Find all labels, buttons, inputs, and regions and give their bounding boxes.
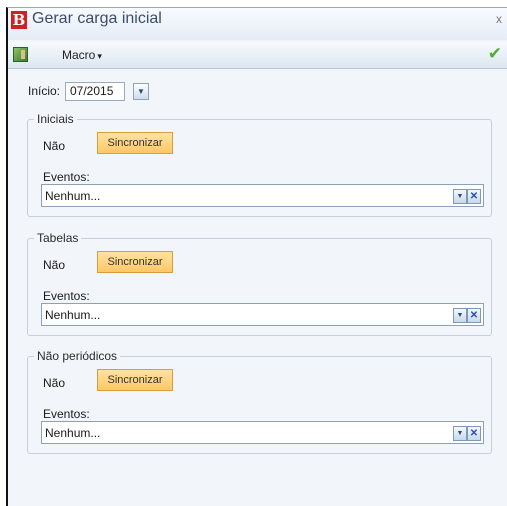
- eventos-clear-button[interactable]: ✕: [467, 426, 481, 441]
- dialog-window: B Gerar carga inicial x Macro ▾ ✔ Início:…: [6, 7, 507, 506]
- sincronizar-button[interactable]: Sincronizar: [97, 251, 173, 273]
- sync-status: Não: [43, 139, 66, 153]
- group-nao-periodicos: Não periódicos Não Sincronizar Eventos: …: [27, 349, 492, 454]
- close-button[interactable]: x: [496, 12, 502, 26]
- inicio-dropdown-button[interactable]: ▼: [133, 83, 149, 100]
- eventos-dropdown-button[interactable]: ▼: [453, 308, 467, 323]
- group-legend: Não periódicos: [34, 349, 121, 363]
- macro-menu-button[interactable]: Macro ▾: [62, 48, 102, 62]
- inicio-label: Início:: [28, 84, 61, 98]
- eventos-label: Eventos:: [43, 170, 90, 184]
- eventos-value: Nenhum...: [45, 426, 101, 440]
- door-exit-icon[interactable]: [13, 47, 28, 62]
- eventos-label: Eventos:: [43, 407, 90, 421]
- eventos-field[interactable]: Nenhum... ▼ ✕: [41, 303, 484, 326]
- macro-label: Macro: [62, 48, 96, 62]
- sync-status: Não: [43, 376, 66, 390]
- app-logo-icon: B: [11, 11, 27, 29]
- group-legend: Tabelas: [34, 231, 82, 245]
- title-bar: B Gerar carga inicial x: [8, 8, 507, 40]
- sincronizar-button[interactable]: Sincronizar: [97, 369, 173, 391]
- eventos-label: Eventos:: [43, 289, 90, 303]
- eventos-dropdown-button[interactable]: ▼: [453, 189, 467, 204]
- eventos-field[interactable]: Nenhum... ▼ ✕: [41, 184, 484, 207]
- eventos-field[interactable]: Nenhum... ▼ ✕: [41, 421, 484, 444]
- toolbar: Macro ▾ ✔: [8, 42, 507, 69]
- group-iniciais: Iniciais Não Sincronizar Eventos: Nenhum…: [27, 112, 492, 217]
- group-tabelas: Tabelas Não Sincronizar Eventos: Nenhum.…: [27, 231, 492, 336]
- eventos-value: Nenhum...: [45, 189, 101, 203]
- eventos-clear-button[interactable]: ✕: [467, 189, 481, 204]
- eventos-clear-button[interactable]: ✕: [467, 308, 481, 323]
- eventos-value: Nenhum...: [45, 308, 101, 322]
- eventos-dropdown-button[interactable]: ▼: [453, 426, 467, 441]
- window-title: Gerar carga inicial: [32, 10, 162, 27]
- chevron-down-icon: ▾: [97, 51, 102, 61]
- inicio-date-input[interactable]: 07/2015: [65, 82, 125, 101]
- checkmark-icon[interactable]: ✔: [488, 44, 502, 64]
- sync-status: Não: [43, 258, 66, 272]
- group-legend: Iniciais: [34, 112, 77, 126]
- sincronizar-button[interactable]: Sincronizar: [97, 132, 173, 154]
